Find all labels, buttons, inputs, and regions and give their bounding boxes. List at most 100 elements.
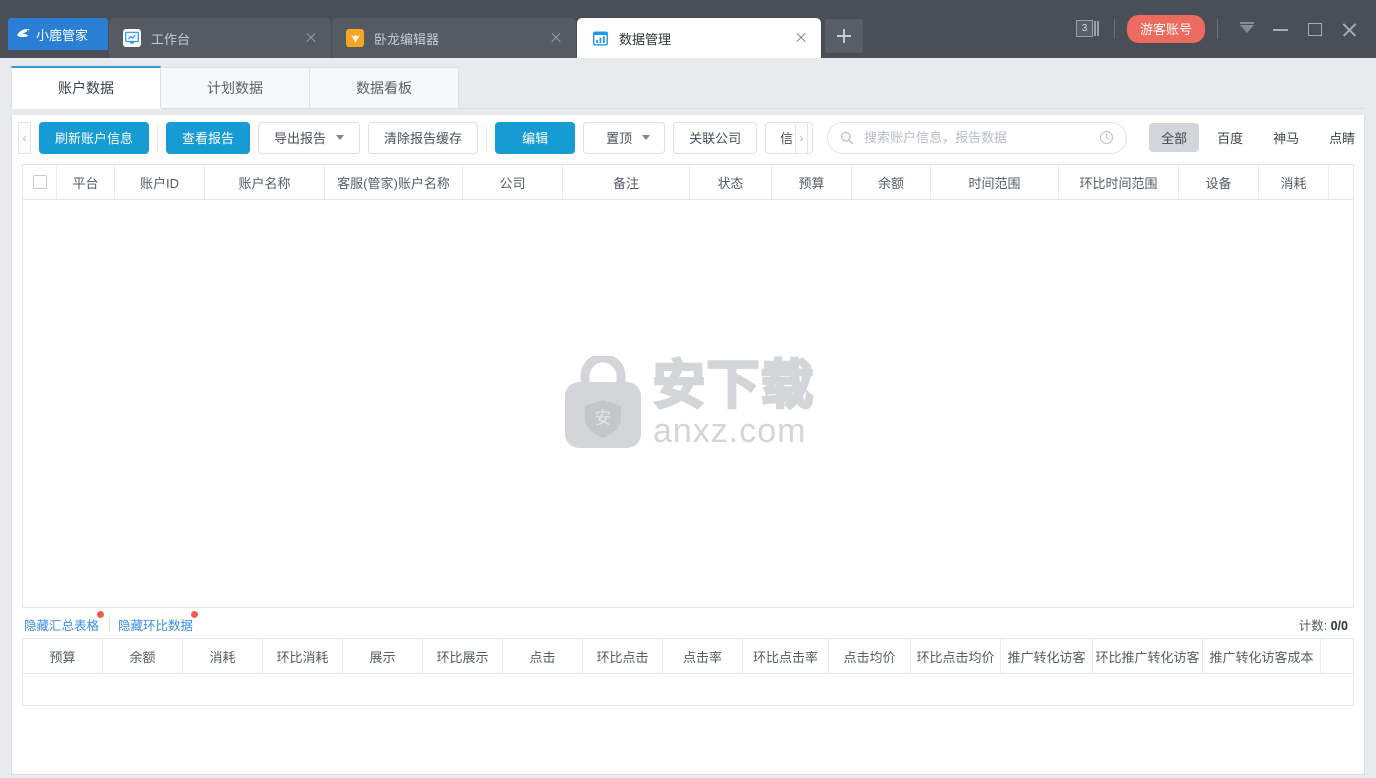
summary-table-header-row: 预算 余额 消耗 环比消耗 展示 环比展示 点击 环比点击 点击率 环比点击率 …	[23, 639, 1353, 674]
summary-column-cpc[interactable]: 点击均价	[829, 639, 911, 673]
new-tab-button[interactable]	[825, 19, 863, 53]
chevron-down-icon	[1240, 25, 1254, 33]
window-stack-count: 3	[1075, 20, 1093, 37]
maximize-button[interactable]	[1298, 12, 1332, 46]
brand-label: 小鹿管家	[36, 27, 89, 43]
tab-data-dashboard[interactable]: 数据看板	[309, 67, 459, 108]
clock-history-icon[interactable]	[1099, 130, 1114, 145]
count-value: 0/0	[1330, 618, 1348, 633]
column-header-compare-range[interactable]: 环比时间范围	[1059, 165, 1179, 199]
column-header-service-account[interactable]: 客服(管家)账户名称	[325, 165, 463, 199]
filter-label: 点睛	[1329, 131, 1356, 146]
column-header-budget[interactable]: 预算	[772, 165, 852, 199]
menu-dropdown-button[interactable]	[1230, 12, 1264, 46]
window-tab-workbench[interactable]: 工作台	[109, 18, 331, 58]
minimize-button[interactable]	[1264, 12, 1298, 46]
column-header-device[interactable]: 设备	[1179, 165, 1259, 199]
hide-compare-data-link[interactable]: 隐藏环比数据	[118, 610, 199, 634]
window-tab-wolong-editor[interactable]: 卧龙编辑器	[332, 18, 576, 58]
watermark-cn: 安下载	[651, 357, 816, 415]
filter-label: 百度	[1217, 131, 1244, 146]
close-icon[interactable]	[791, 28, 811, 48]
column-header-company[interactable]: 公司	[463, 165, 563, 199]
app-body: 账户数据 计划数据 数据看板 ‹ 刷新账户信息 查看报告 导出报告 清除报告缓存…	[0, 58, 1376, 778]
window-tab-label: 数据管理	[619, 31, 672, 47]
column-header-balance[interactable]: 余额	[852, 165, 931, 199]
deer-logo-icon	[17, 28, 30, 37]
account-badge[interactable]: 游客账号	[1126, 15, 1205, 43]
stack-layer-icon	[1096, 21, 1099, 36]
window-stack-badge[interactable]: 3	[1075, 20, 1100, 38]
filter-all[interactable]: 全部	[1149, 123, 1200, 152]
filter-dianjing[interactable]: 点睛	[1317, 123, 1367, 152]
hide-summary-table-link[interactable]: 隐藏汇总表格	[24, 610, 105, 634]
search-input[interactable]	[862, 129, 1100, 146]
view-report-button[interactable]: 查看报告	[166, 121, 251, 154]
summary-column-conv-compare[interactable]: 环比推广转化访客	[1093, 639, 1203, 673]
tab-account-data[interactable]: 账户数据	[11, 66, 161, 108]
svg-text:安: 安	[594, 409, 611, 428]
select-all-header[interactable]	[23, 165, 57, 199]
summary-column-conv-visitors[interactable]: 推广转化访客	[1001, 639, 1093, 673]
button-label: 置顶	[606, 131, 633, 146]
column-header-account-id[interactable]: 账户ID	[115, 165, 205, 199]
close-icon[interactable]	[301, 28, 321, 48]
table-header-row: 平台 账户ID 账户名称 客服(管家)账户名称 公司 备注 状态 预算 余额 时…	[23, 165, 1353, 200]
column-header-status[interactable]: 状态	[690, 165, 772, 199]
close-icon[interactable]	[546, 28, 566, 48]
chevron-down-icon	[336, 135, 345, 140]
summary-column-conv-cost[interactable]: 推广转化访客成本	[1203, 639, 1321, 673]
tab-label: 数据看板	[356, 80, 412, 96]
record-count: 计数: 0/0	[1299, 615, 1348, 634]
column-header-account-name[interactable]: 账户名称	[205, 165, 325, 199]
toolbar-scroll-left-button[interactable]: ‹	[18, 121, 31, 154]
refresh-account-info-button[interactable]: 刷新账户信息	[39, 121, 150, 154]
divider	[1217, 19, 1218, 39]
column-header-cost[interactable]: 消耗	[1259, 165, 1329, 199]
filter-baidu[interactable]: 百度	[1205, 123, 1255, 152]
summary-table: 预算 余额 消耗 环比消耗 展示 环比展示 点击 环比点击 点击率 环比点击率 …	[22, 638, 1354, 706]
maximize-icon	[1308, 23, 1322, 36]
watermark: 安 安下载 anxz.com	[561, 356, 815, 452]
bar-chart-window-icon	[591, 29, 609, 47]
search-box[interactable]	[827, 121, 1128, 154]
summary-column-impressions[interactable]: 展示	[343, 639, 423, 673]
edit-button[interactable]: 编辑	[495, 121, 576, 154]
pin-top-button[interactable]: 置顶	[583, 121, 666, 154]
summary-column-clicks[interactable]: 点击	[503, 639, 583, 673]
close-window-button[interactable]	[1332, 12, 1366, 46]
tab-plan-data[interactable]: 计划数据	[160, 67, 310, 108]
summary-column-balance[interactable]: 余额	[103, 639, 183, 673]
select-all-checkbox[interactable]	[32, 175, 47, 189]
dragon-icon	[346, 29, 364, 47]
app-brand[interactable]: 小鹿管家	[8, 18, 108, 50]
summary-column-budget[interactable]: 预算	[23, 639, 103, 673]
monitor-chart-icon	[123, 29, 141, 47]
filter-shenma[interactable]: 神马	[1261, 123, 1311, 152]
summary-column-cost-compare[interactable]: 环比消耗	[263, 639, 343, 673]
toolbar-scroll-right-button[interactable]: ›	[795, 122, 808, 154]
window-tab-label: 工作台	[151, 31, 191, 47]
summary-column-clicks-compare[interactable]: 环比点击	[583, 639, 663, 673]
window-title-bar: 小鹿管家 工作台 卧龙编辑器 数据管理 3 游客账号	[0, 0, 1376, 58]
link-label: 隐藏环比数据	[118, 618, 194, 633]
chevron-right-icon: ›	[799, 131, 804, 145]
column-header-platform[interactable]: 平台	[57, 165, 115, 199]
summary-column-ctr[interactable]: 点击率	[663, 639, 743, 673]
button-label: 导出报告	[274, 131, 327, 146]
page-tabs: 账户数据 计划数据 数据看板	[11, 66, 1365, 109]
column-header-remark[interactable]: 备注	[563, 165, 690, 199]
divider	[109, 617, 111, 631]
summary-toggle-bar: 隐藏汇总表格 隐藏环比数据 计数: 0/0	[24, 610, 1352, 634]
link-company-button[interactable]: 关联公司	[673, 121, 758, 154]
summary-column-cost[interactable]: 消耗	[183, 639, 263, 673]
summary-column-impr-compare[interactable]: 环比展示	[423, 639, 503, 673]
summary-column-cpc-compare[interactable]: 环比点击均价	[911, 639, 1001, 673]
export-report-button[interactable]: 导出报告	[258, 121, 361, 154]
filter-label: 全部	[1161, 131, 1188, 146]
column-header-time-range[interactable]: 时间范围	[931, 165, 1059, 199]
window-tab-data-management[interactable]: 数据管理	[577, 18, 821, 58]
button-label: 清除报告缓存	[384, 131, 463, 146]
summary-column-ctr-compare[interactable]: 环比点击率	[743, 639, 829, 673]
clear-report-cache-button[interactable]: 清除报告缓存	[368, 121, 479, 154]
